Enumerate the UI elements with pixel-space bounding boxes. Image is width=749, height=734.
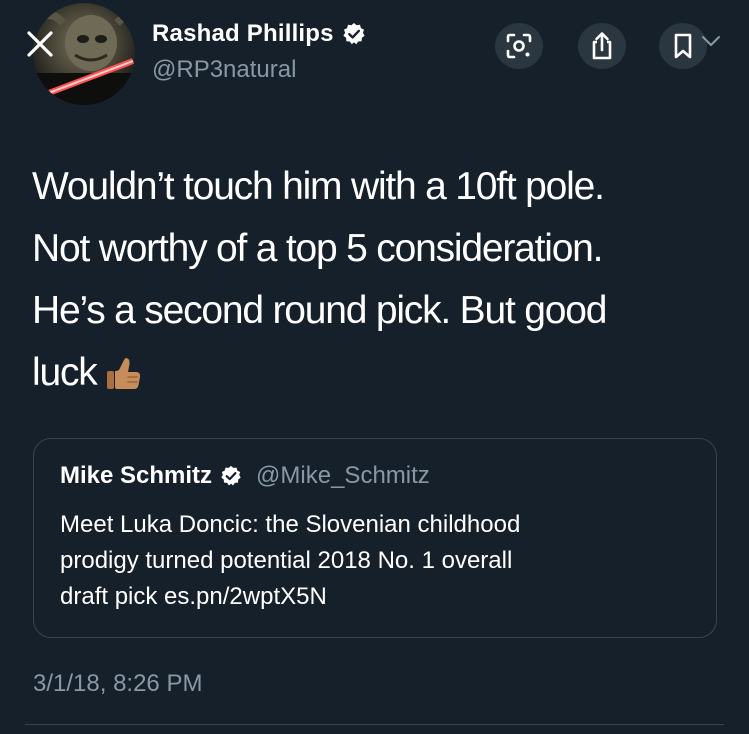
author-name: Rashad Phillips [152, 20, 334, 47]
tweet-text-last-line: luck [32, 342, 722, 404]
quoted-tweet-card[interactable]: Mike Schmitz @Mike_Schmitz Meet Luka Don… [33, 438, 717, 638]
tweet-text-line: He’s a second round pick. But good [32, 289, 607, 332]
verified-badge-icon [221, 465, 241, 486]
quoted-author-handle: @Mike_Schmitz [256, 462, 430, 489]
thumbs-up-icon [106, 358, 140, 389]
close-icon [27, 31, 53, 57]
close-button[interactable] [20, 24, 60, 64]
tweet-text-line: luck [32, 351, 98, 394]
divider [25, 724, 724, 725]
bookmark-icon [674, 33, 692, 59]
tweet-text: Wouldn’t touch him with a 10ft pole. Not… [32, 156, 722, 404]
verified-badge-icon [343, 23, 365, 45]
share-icon [592, 32, 612, 60]
lens-scan-button[interactable] [495, 23, 543, 69]
tweet-timestamp[interactable]: 3/1/18, 8:26 PM [33, 670, 202, 698]
quoted-tweet-header: Mike Schmitz @Mike_Schmitz [60, 462, 430, 490]
share-button[interactable] [578, 23, 626, 69]
quoted-tweet-text: Meet Luka Doncic: the Slovenian childhoo… [60, 507, 700, 615]
quoted-tweet-text-line: Meet Luka Doncic: the Slovenian childhoo… [60, 511, 521, 538]
tweet-text-line: Wouldn’t touch him with a 10ft pole. [32, 165, 605, 208]
tweet-text-line: Not worthy of a top 5 consideration. [32, 227, 604, 270]
lens-scan-icon [506, 33, 532, 59]
author-handle[interactable]: @RP3natural [152, 56, 296, 84]
author-name-row[interactable]: Rashad Phillips [152, 20, 366, 48]
quoted-tweet-text-line: draft pick es.pn/2wptX5N [60, 583, 327, 610]
quoted-tweet-text-line: prodigy turned potential 2018 No. 1 over… [60, 547, 513, 574]
quoted-author-name: Mike Schmitz [60, 462, 213, 489]
chevron-down-icon[interactable] [700, 33, 722, 49]
